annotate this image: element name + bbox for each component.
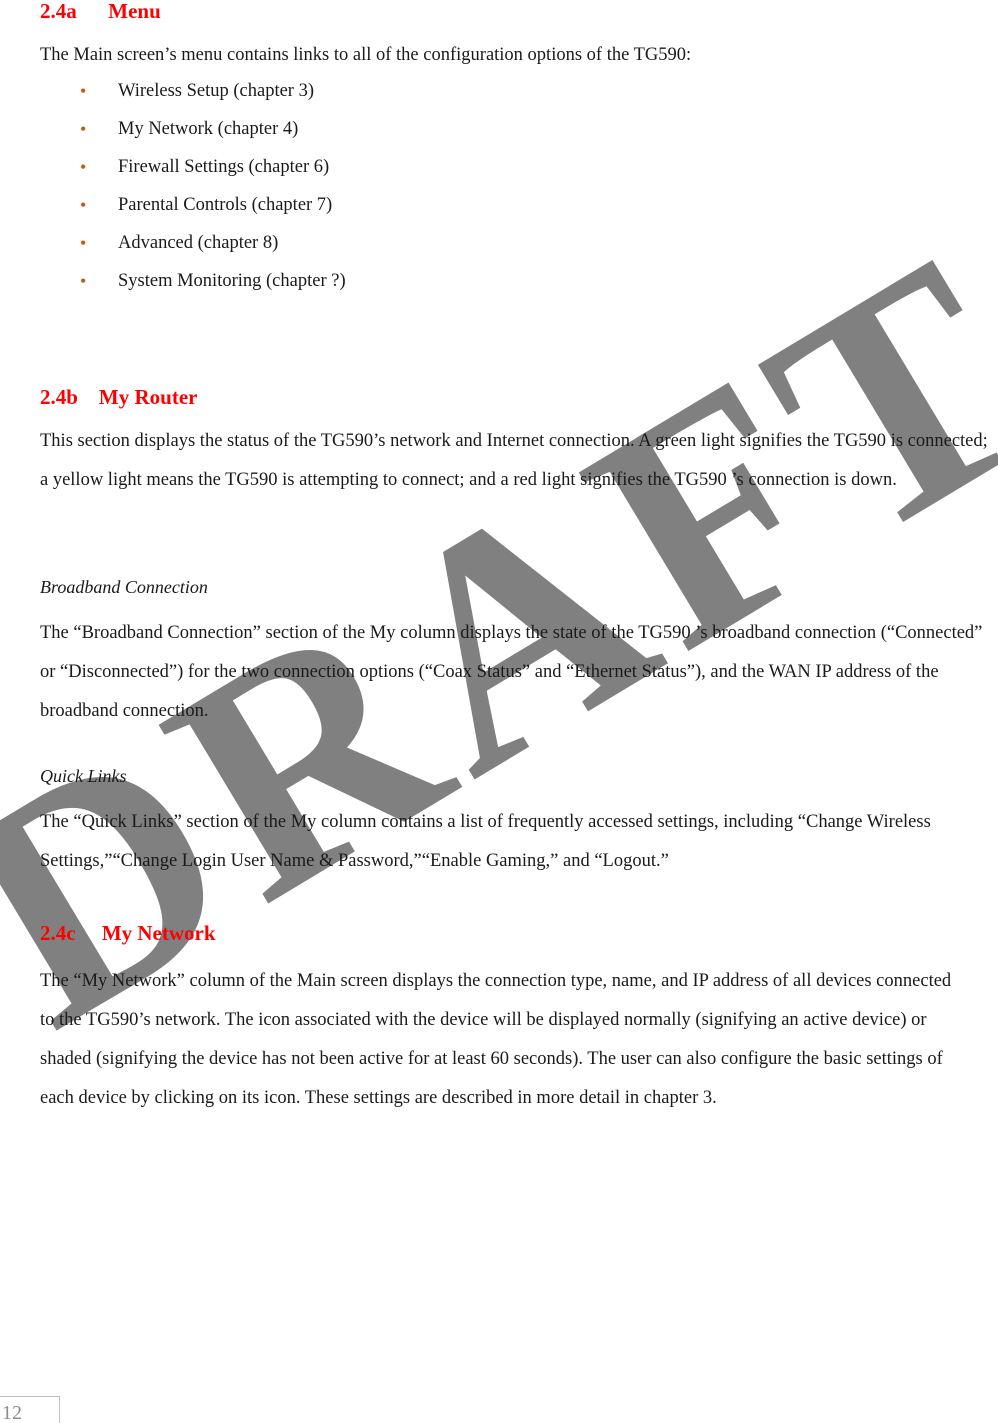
broadband-connection-body: The “Broadband Connection” section of th… — [40, 614, 985, 731]
list-item-label: Wireless Setup (chapter 3) — [118, 81, 315, 101]
list-item: • My Network (chapter 4) — [40, 110, 992, 148]
bullet-icon: • — [80, 195, 87, 215]
list-item-label: Parental Controls (chapter 7) — [118, 195, 333, 215]
heading-2-4c-my-network: 2.4c My Network — [40, 921, 216, 945]
my-router-intro: This section displays the status of the … — [40, 422, 990, 500]
bullet-icon: • — [80, 119, 87, 139]
menu-bullet-list: • Wireless Setup (chapter 3) • My Network … — [40, 72, 992, 300]
quick-links-body: The “Quick Links” section of the My colu… — [40, 803, 992, 881]
section-my-network: 2.4c My Network — [40, 922, 992, 944]
list-item: • Wireless Setup (chapter 3) — [40, 72, 992, 110]
subsection-broadband-connection-title: Broadband Connection — [40, 577, 992, 598]
bullet-icon: • — [80, 271, 87, 291]
list-item: • Parental Controls (chapter 7) — [40, 186, 992, 224]
bullet-icon: • — [80, 233, 87, 253]
list-item-label: Advanced (chapter 8) — [118, 233, 279, 253]
list-item-label: My Network (chapter 4) — [118, 119, 299, 139]
list-item: • Advanced (chapter 8) — [40, 224, 992, 262]
page-number-box: 12 — [0, 1396, 60, 1423]
bullet-icon: • — [80, 81, 87, 101]
section-menu-intro: The Main screen’s menu contains links to… — [40, 40, 992, 70]
page-number: 12 — [2, 1401, 22, 1423]
heading-2-4a-menu: 2.4a Menu — [40, 0, 161, 23]
list-item: • System Monitoring (chapter ?) — [40, 262, 992, 300]
bullet-icon: • — [80, 157, 87, 177]
my-network-intro: The “My Network” column of the Main scre… — [40, 962, 970, 1118]
section-menu: 2.4a Menu — [40, 0, 992, 22]
list-item-label: System Monitoring (chapter ?) — [118, 271, 346, 291]
heading-quick-links: Quick Links — [40, 766, 127, 786]
heading-2-4b-my-router: 2.4b My Router — [40, 385, 198, 409]
menu-intro-paragraph: The Main screen’s menu contains links to… — [40, 45, 692, 65]
heading-broadband-connection: Broadband Connection — [40, 577, 208, 597]
my-network-intro-paragraph: The “My Network” column of the Main scre… — [40, 971, 952, 1108]
my-router-intro-paragraph: This section displays the status of the … — [40, 431, 988, 490]
list-item: • Firewall Settings (chapter 6) — [40, 148, 992, 186]
list-item-label: Firewall Settings (chapter 6) — [118, 157, 330, 177]
subsection-quick-links-title: Quick Links — [40, 766, 992, 787]
quick-links-paragraph: The “Quick Links” section of the My colu… — [40, 812, 931, 871]
page-footer: 12 — [0, 1396, 60, 1423]
document-page: DRAFT 2.4a Menu The Main screen’s menu c… — [0, 0, 998, 1423]
broadband-connection-paragraph: The “Broadband Connection” section of th… — [40, 623, 983, 721]
section-my-router: 2.4b My Router — [40, 386, 992, 408]
